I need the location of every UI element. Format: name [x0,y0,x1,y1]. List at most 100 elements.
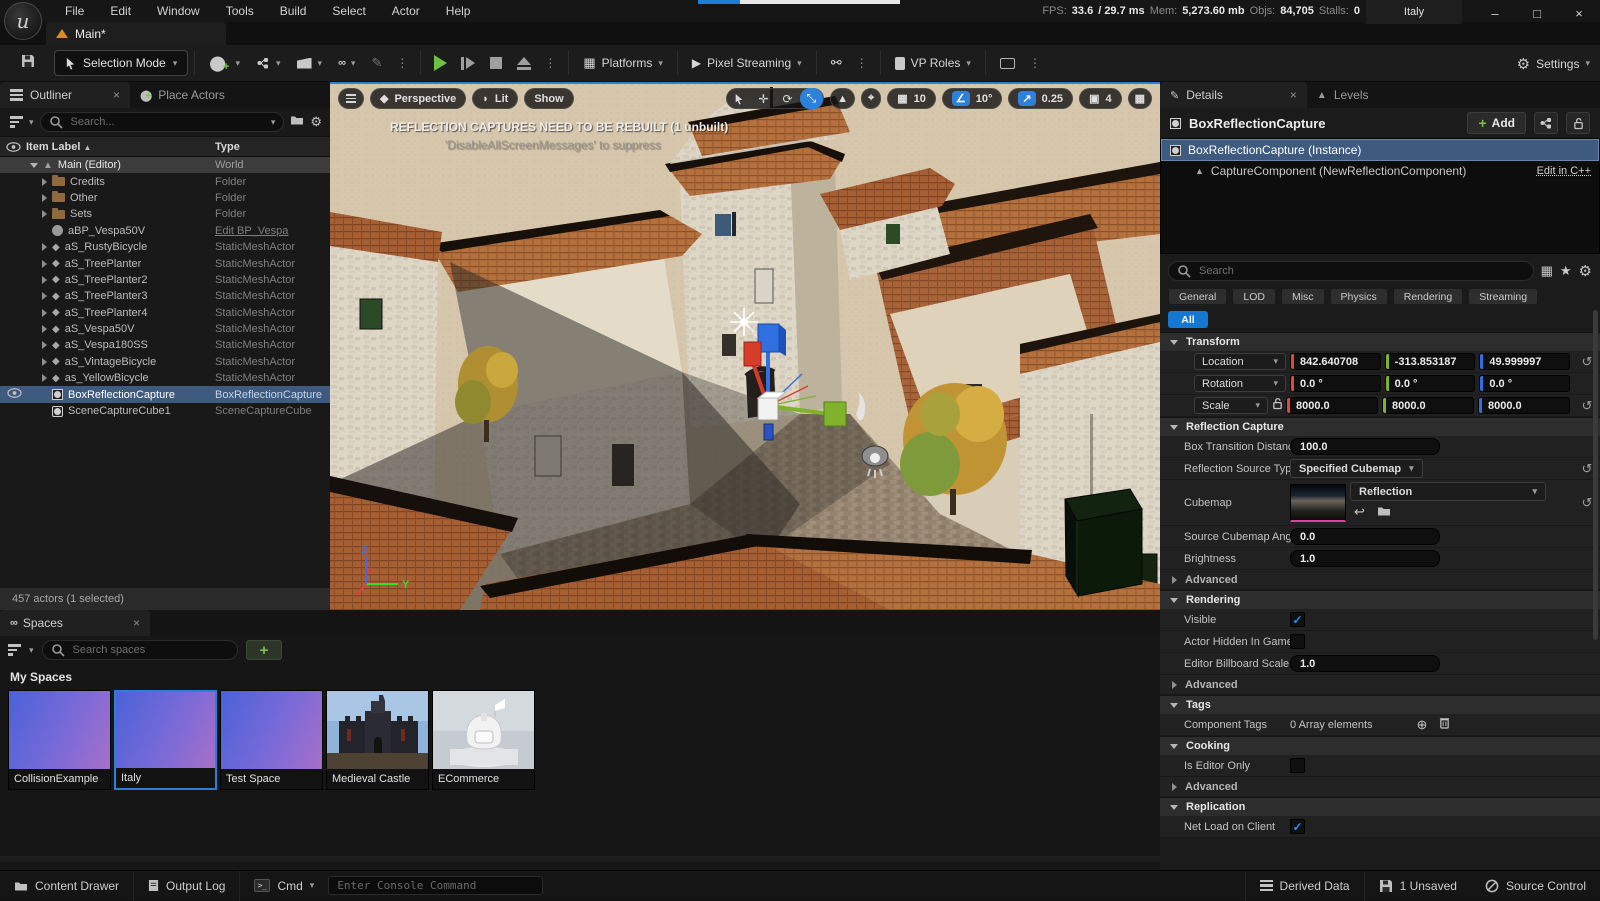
outliner-row-other[interactable]: Other Folder [0,190,330,206]
outliner-row-treeplanter[interactable]: ◆aS_TreePlanter StaticMeshActor [0,255,330,271]
play-options-dots[interactable]: ⋮ [538,58,562,68]
net-load-checkbox[interactable] [1290,819,1305,834]
show-dropdown[interactable]: Show [524,88,573,109]
filter-icon[interactable] [10,116,23,127]
new-folder-button[interactable] [290,113,304,132]
source-type-dropdown[interactable]: Specified Cubemap▾ [1290,459,1423,478]
editor-only-checkbox[interactable] [1290,758,1305,773]
tab-levels[interactable]: ▲ Levels [1307,82,1379,108]
lock-details-button[interactable] [1566,112,1590,134]
selection-mode-dropdown[interactable]: Selection Mode ▾ [54,50,188,76]
vp-roles-dropdown[interactable]: VP Roles▾ [887,56,979,70]
box-transition-input[interactable]: 100.0 [1290,438,1440,455]
filter-all[interactable]: All [1168,311,1208,328]
tab-outliner[interactable]: Outliner × [0,82,130,108]
close-icon[interactable]: × [133,616,140,630]
source-control-button[interactable]: Source Control [1471,871,1600,901]
scale-lock-icon[interactable] [1272,397,1283,415]
display-options-icon[interactable]: ▦ [1541,263,1553,279]
menu-actor[interactable]: Actor [379,0,433,22]
add-element-icon[interactable]: ⊕ [1417,717,1428,733]
viewport-layout-button[interactable]: ▦ [1128,88,1152,109]
cmd-dropdown[interactable]: >_ Cmd ▾ [240,871,328,901]
outliner-row-vespa-bp[interactable]: aBP_Vespa50V Edit BP_Vespa [0,223,330,239]
favorites-star-icon[interactable]: ★ [1560,263,1572,279]
outliner-search-input[interactable] [69,115,265,129]
frame-skip-button[interactable] [461,57,475,70]
collaboration-button[interactable]: ⚯ [823,55,850,71]
eye-column-icon[interactable] [0,142,26,152]
rotation-snap-control[interactable]: ∠10° [942,88,1003,109]
viewport[interactable]: Y Z X ◆Perspective ◗Lit Show ✛ ⟳ ⤡ ▲ ⌖ ▦… [330,82,1160,610]
edit-in-cpp-link[interactable]: Edit in C++ [1537,165,1591,177]
tab-place-actors[interactable]: ⬤+ Place Actors [130,82,235,108]
add-actor-button[interactable]: ⬤+▾ [201,54,248,73]
save-all-button[interactable] [14,54,42,72]
menu-file[interactable]: File [52,0,97,22]
rotation-z-input[interactable]: 0.0 ° [1479,375,1570,392]
play-button[interactable] [434,55,447,71]
unreal-logo[interactable]: u [4,2,42,40]
outliner-row-treeplanter3[interactable]: ◆aS_TreePlanter3 StaticMeshActor [0,288,330,304]
location-axis-dropdown[interactable]: Location▾ [1194,353,1286,370]
visibility-eye-icon[interactable] [7,388,22,401]
outliner-row-sets[interactable]: Sets Folder [0,206,330,222]
trash-icon[interactable] [1439,716,1450,734]
tab-details[interactable]: ✎ Details × [1160,82,1307,108]
location-x-input[interactable]: 842.640708 [1290,353,1381,370]
brightness-input[interactable]: 1.0 [1290,550,1440,567]
tab-main-level[interactable]: Main* [46,22,226,45]
outliner-row-rustybicycle[interactable]: ◆aS_RustyBicycle StaticMeshActor [0,239,330,255]
console-command-input[interactable] [328,876,543,895]
toolbar-overflow-dots[interactable]: ⋮ [390,58,414,68]
add-space-button[interactable]: + [246,640,282,660]
billboard-scale-input[interactable]: 1.0 [1290,655,1440,672]
surface-snap-toggle[interactable]: ⌖ [861,88,881,109]
advanced-expander[interactable]: Advanced [1160,570,1600,590]
space-card-medievalcastle[interactable]: Medieval Castle [326,690,429,790]
outliner-row-yellowbicycle[interactable]: ◆as_YellowBicycle StaticMeshActor [0,370,330,386]
search-options-chevron[interactable]: ▾ [271,117,276,128]
column-type[interactable]: Type [215,141,240,153]
scale-snap-control[interactable]: ↗0.25 [1008,88,1073,109]
scale-axis-dropdown[interactable]: Scale▾ [1194,397,1268,414]
details-search-input[interactable] [1197,264,1525,278]
output-log-button[interactable]: Output Log [134,871,240,901]
component-row-capturecomponent[interactable]: ▲ CaptureComponent (NewReflectionCompone… [1161,161,1599,181]
media-options-dots[interactable]: ⋮ [1023,58,1047,68]
maximize-button[interactable]: □ [1516,0,1558,26]
scale-z-input[interactable]: 8000.0 [1478,397,1570,414]
menu-help[interactable]: Help [433,0,484,22]
spaces-filter-icon[interactable] [8,644,21,655]
outliner-row-scenecapturecube[interactable]: SceneCaptureCube1 SceneCaptureCube [0,403,330,419]
section-tags[interactable]: Tags [1160,695,1600,714]
filter-general[interactable]: General [1168,288,1227,305]
sequencer-button[interactable]: ∞▾ [330,57,363,69]
platforms-dropdown[interactable]: ▦ Platforms▾ [575,55,671,71]
details-settings-gear-icon[interactable]: ⚙ [1579,262,1592,280]
menu-build[interactable]: Build [267,0,320,22]
derived-data-button[interactable]: Derived Data [1245,871,1364,901]
menu-window[interactable]: Window [144,0,213,22]
media-capture-button[interactable] [992,58,1023,69]
viewport-options-menu[interactable] [338,88,364,109]
section-rendering[interactable]: Rendering [1160,590,1600,609]
blueprints-button[interactable]: ▾ [248,56,289,70]
section-transform[interactable]: Transform [1160,332,1600,351]
lit-dropdown[interactable]: ◗Lit [472,88,518,109]
collab-options-dots[interactable]: ⋮ [850,58,874,68]
perspective-dropdown[interactable]: ◆Perspective [370,88,466,109]
details-scrollbar[interactable] [1593,310,1598,640]
move-tool[interactable]: ✛ [751,88,775,109]
content-drawer-button[interactable]: Content Drawer [0,871,134,901]
world-local-toggle[interactable]: ▲ [830,88,855,109]
space-card-italy[interactable]: Italy [114,690,217,790]
grid-snap-control[interactable]: ▦10 [887,88,936,109]
outliner-row-vintagebicycle[interactable]: ◆aS_VintageBicycle StaticMeshActor [0,354,330,370]
outliner-row-main[interactable]: ▲Main (Editor) World [0,157,330,173]
component-row-instance[interactable]: BoxReflectionCapture (Instance) [1161,139,1599,161]
filter-misc[interactable]: Misc [1281,288,1325,305]
rotation-x-input[interactable]: 0.0 ° [1290,375,1381,392]
filter-streaming[interactable]: Streaming [1468,288,1538,305]
cubemap-asset-dropdown[interactable]: Reflection▾ [1350,482,1546,501]
